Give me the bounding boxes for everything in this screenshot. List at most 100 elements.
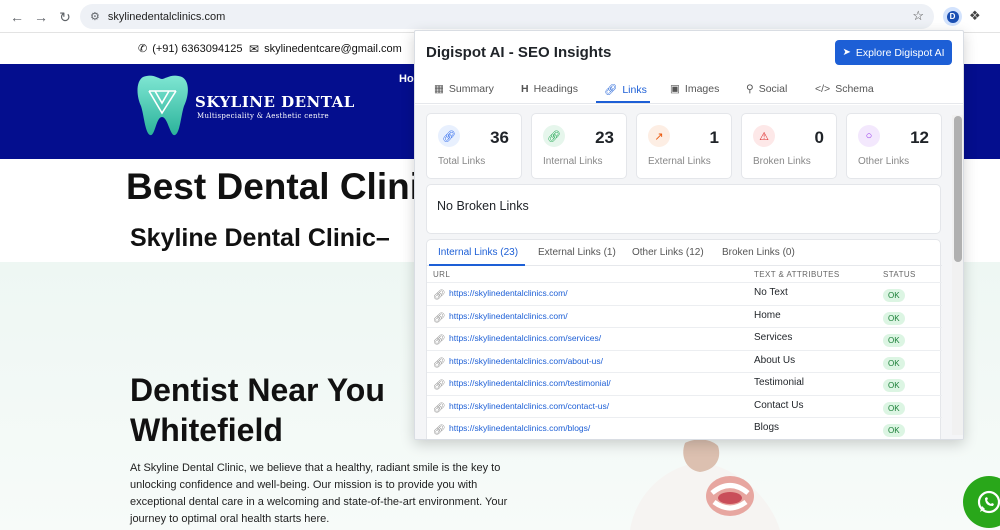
table-header: URL TEXT & ATTRIBUTES STATUS bbox=[427, 266, 942, 282]
email-text: skylinedentcare@gmail.com bbox=[264, 43, 402, 55]
extension-letter: D bbox=[946, 10, 959, 23]
subtab-broken[interactable]: Broken Links (0) bbox=[722, 247, 795, 258]
status-badge: OK bbox=[883, 424, 905, 437]
dentist-heading-line2: Whitefield bbox=[130, 412, 283, 448]
site-settings-icon[interactable]: ⚙ bbox=[90, 10, 100, 23]
subtab-external[interactable]: External Links (1) bbox=[538, 247, 616, 258]
subtab-other[interactable]: Other Links (12) bbox=[632, 247, 704, 258]
col-status: STATUS bbox=[883, 270, 916, 279]
email-contact[interactable]: ✉ skylinedentcare@gmail.com bbox=[249, 42, 402, 56]
link-icon: 🔗︎ bbox=[433, 290, 446, 301]
stat-card-total: 🔗︎ 36 Total Links bbox=[426, 113, 522, 179]
status-badge: OK bbox=[883, 401, 905, 415]
grid-icon: ▦ bbox=[434, 83, 444, 95]
tab-label: Images bbox=[684, 83, 720, 95]
status-badge: OK bbox=[883, 379, 905, 392]
tab-label: Links bbox=[622, 83, 647, 96]
tab-label: Social bbox=[758, 83, 788, 95]
row-url[interactable]: https://skylinedentalclinics.com/testimo… bbox=[449, 378, 611, 388]
explore-label: Explore Digispot AI bbox=[855, 46, 945, 59]
phone-contact[interactable]: ✆ (+91) 6363094125 bbox=[138, 42, 242, 56]
stat-value: 1 bbox=[709, 128, 719, 147]
link-icon: 🔗︎ bbox=[438, 125, 460, 147]
hero-heading: Best Dental Clini bbox=[126, 166, 420, 207]
reload-icon[interactable]: ↻ bbox=[56, 8, 74, 26]
intro-paragraph: At Skyline Dental Clinic, we believe tha… bbox=[130, 462, 508, 525]
scrollbar-thumb[interactable] bbox=[954, 116, 962, 262]
stat-value: 36 bbox=[490, 128, 509, 147]
status-badge: OK bbox=[883, 334, 905, 347]
row-text: Services bbox=[754, 332, 793, 343]
explore-button[interactable]: ➤ Explore Digispot AI bbox=[835, 40, 952, 65]
row-url[interactable]: https://skylinedentalclinics.com/service… bbox=[449, 333, 601, 343]
extensions-puzzle-icon[interactable]: ❖ bbox=[969, 8, 981, 24]
no-broken-links-card: No Broken Links bbox=[426, 184, 941, 234]
tab-summary[interactable]: ▦ Summary bbox=[434, 83, 494, 95]
status-badge: OK bbox=[883, 356, 905, 370]
row-url[interactable]: https://skylinedentalclinics.com/blogs/ bbox=[449, 423, 590, 433]
links-panel: Internal Links (23) External Links (1) O… bbox=[426, 239, 942, 439]
warning-icon: ⚠ bbox=[753, 125, 775, 147]
share-icon: ⚲ bbox=[746, 83, 754, 95]
row-url[interactable]: https://skylinedentalclinics.com/about-u… bbox=[449, 356, 603, 366]
popup-tabs: ▦ Summary H Headings 🔗︎ Links ▣ Images ⚲ Soci… bbox=[415, 76, 963, 104]
stat-card-internal: 🔗︎ 23 Internal Links bbox=[531, 113, 627, 179]
stat-value: 0 bbox=[814, 128, 824, 147]
stat-label: External Links bbox=[648, 156, 711, 167]
status-badge: OK bbox=[883, 311, 905, 325]
tab-label: Headings bbox=[533, 83, 578, 95]
nav-home-link[interactable]: Ho bbox=[399, 73, 414, 85]
heading-icon: H bbox=[521, 83, 529, 95]
bookmark-star-icon[interactable]: ☆ bbox=[912, 8, 924, 24]
stat-value: 12 bbox=[910, 128, 929, 147]
stat-label: Other Links bbox=[858, 156, 910, 167]
tab-images[interactable]: ▣ Images bbox=[670, 83, 719, 95]
external-link-icon: ↗ bbox=[648, 125, 670, 147]
tab-schema[interactable]: </> Schema bbox=[815, 83, 874, 95]
seo-insights-popup: Digispot AI - SEO Insights ➤ Explore Dig… bbox=[414, 30, 964, 440]
no-broken-links-text: No Broken Links bbox=[437, 199, 529, 213]
browser-toolbar: ← → ↻ ⚙ skylinedentalclinics.com ☆ D ❖ bbox=[0, 0, 1000, 33]
tooth-logo-icon[interactable] bbox=[135, 73, 190, 139]
envelope-icon: ✉ bbox=[249, 42, 260, 56]
row-url[interactable]: https://skylinedentalclinics.com/contact… bbox=[449, 401, 609, 411]
stat-card-broken: ⚠ 0 Broken Links bbox=[741, 113, 837, 179]
popup-title: Digispot AI - SEO Insights bbox=[426, 44, 612, 61]
logo-subtitle: Multispeciality & Aesthetic centre bbox=[197, 112, 329, 120]
link-icon: 🔗︎ bbox=[433, 312, 446, 324]
link-icon: 🔗︎ bbox=[433, 380, 446, 391]
link-icon: 🔗︎ bbox=[433, 425, 446, 436]
url-text: skylinedentalclinics.com bbox=[107, 10, 226, 23]
forward-icon[interactable]: → bbox=[32, 8, 50, 26]
digispot-extension-button[interactable]: D bbox=[943, 7, 962, 26]
whatsapp-icon bbox=[977, 490, 1000, 514]
hero-subheading: Skyline Dental Clinic– bbox=[130, 224, 390, 252]
subtab-internal[interactable]: Internal Links (23) bbox=[438, 247, 518, 258]
row-url[interactable]: https://skylinedentalclinics.com/ bbox=[449, 288, 568, 298]
table-row: 🔗︎ https://skylinedentalclinics.com/ No … bbox=[427, 282, 942, 305]
row-url[interactable]: https://skylinedentalclinics.com/ bbox=[449, 311, 568, 321]
phone-icon: ✆ bbox=[138, 43, 148, 55]
logo-name: SKYLINE DENTAL bbox=[195, 93, 355, 111]
dentist-heading-line1: Dentist Near You bbox=[130, 372, 385, 408]
row-text: No Text bbox=[754, 287, 788, 298]
table-row: 🔗︎ https://skylinedentalclinics.com/abou… bbox=[427, 349, 942, 373]
popup-scrollbar[interactable] bbox=[952, 115, 963, 435]
tab-social[interactable]: ⚲ Social bbox=[746, 83, 787, 95]
row-text: Home bbox=[754, 309, 781, 321]
dentist-heading: Dentist Near You Whitefield bbox=[130, 370, 430, 450]
code-icon: </> bbox=[815, 83, 831, 95]
table-row: 🔗︎ https://skylinedentalclinics.com/serv… bbox=[427, 327, 942, 350]
col-url: URL bbox=[433, 270, 451, 279]
col-text: TEXT & ATTRIBUTES bbox=[754, 270, 840, 279]
tab-headings[interactable]: H Headings bbox=[521, 83, 578, 95]
stat-card-other: ○ 12 Other Links bbox=[846, 113, 942, 179]
chat-icon: ○ bbox=[858, 125, 880, 147]
back-icon[interactable]: ← bbox=[8, 8, 26, 26]
links-subtabs: Internal Links (23) External Links (1) O… bbox=[427, 240, 942, 266]
row-text: About Us bbox=[754, 354, 796, 366]
tab-label: Summary bbox=[448, 83, 494, 95]
address-bar[interactable]: ⚙ skylinedentalclinics.com ☆ bbox=[80, 4, 934, 29]
tab-links[interactable]: 🔗︎ Links bbox=[604, 83, 647, 97]
link-icon: 🔗︎ bbox=[543, 125, 565, 147]
